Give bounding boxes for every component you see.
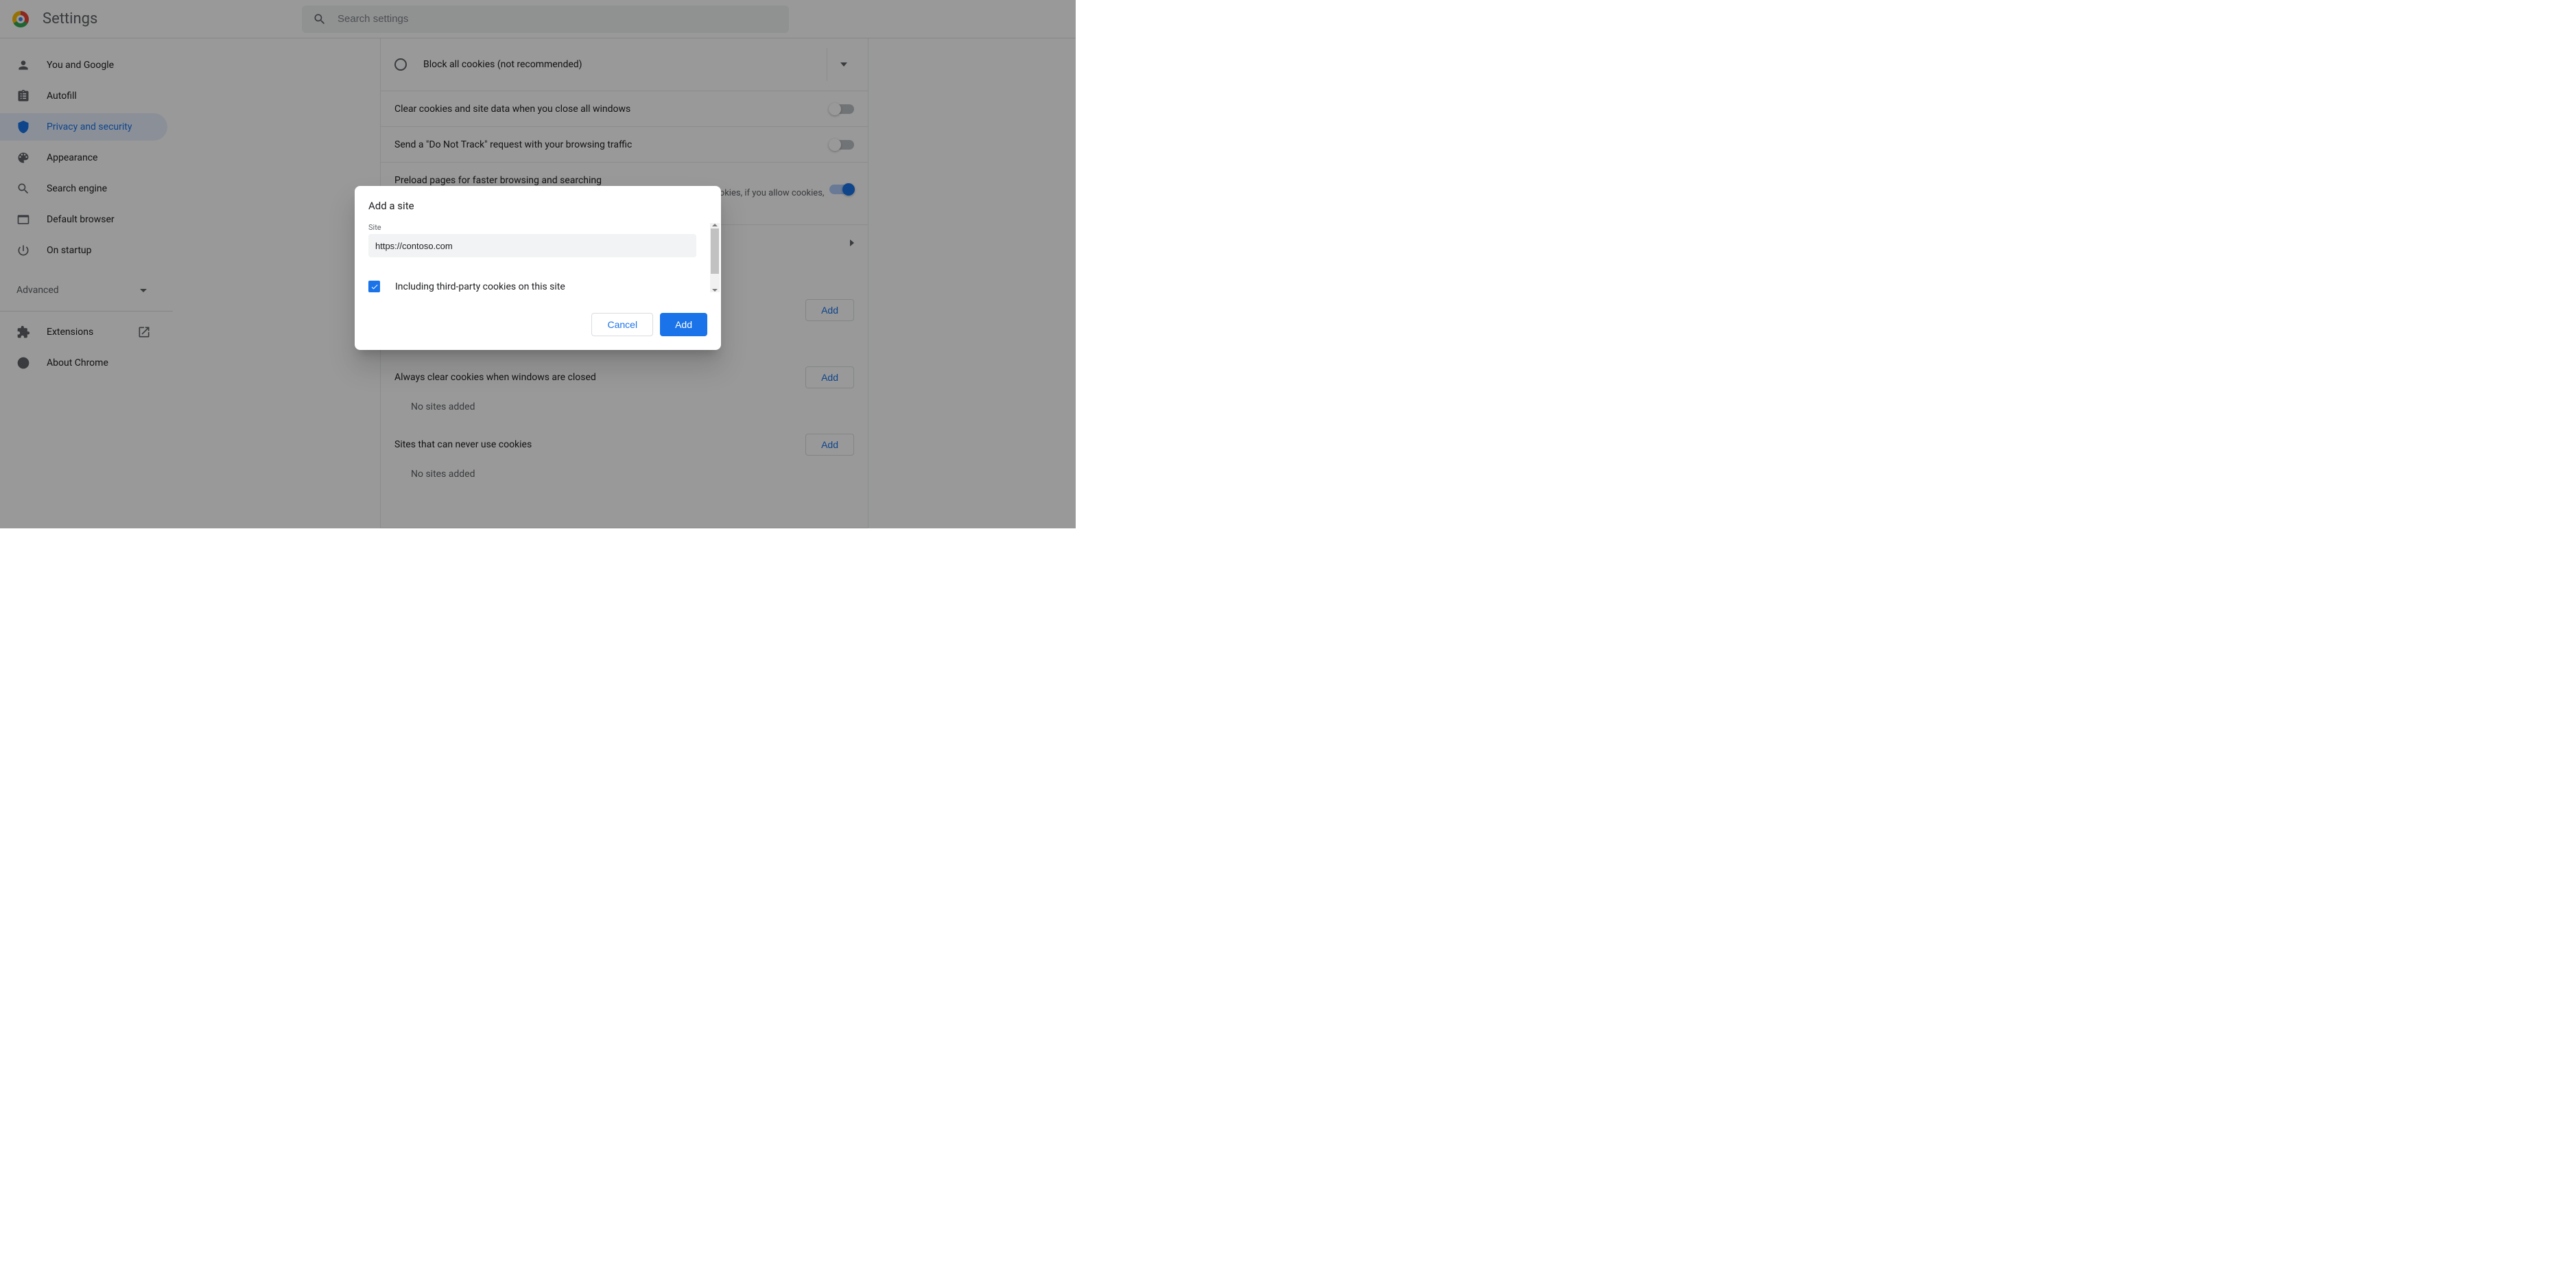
add-button[interactable]: Add bbox=[660, 313, 707, 336]
checkbox-label: Including third-party cookies on this si… bbox=[395, 281, 565, 292]
scrollbar-thumb[interactable] bbox=[711, 228, 719, 274]
modal-scrim[interactable]: Add a site Site Including third-party co… bbox=[0, 0, 1076, 528]
third-party-checkbox-row[interactable]: Including third-party cookies on this si… bbox=[368, 281, 696, 292]
dialog-actions: Cancel Add bbox=[368, 313, 707, 336]
dialog-scrollbar[interactable] bbox=[710, 223, 720, 292]
scroll-down-icon[interactable] bbox=[710, 287, 720, 294]
dialog-scroll-area: Site Including third-party cookies on th… bbox=[368, 223, 707, 292]
cancel-button[interactable]: Cancel bbox=[591, 313, 653, 336]
checkbox-checked-icon[interactable] bbox=[368, 281, 380, 292]
scroll-up-icon[interactable] bbox=[710, 222, 720, 228]
settings-app: Settings You and Google Autofill Privacy… bbox=[0, 0, 1076, 528]
dialog-title: Add a site bbox=[368, 200, 707, 212]
site-field-label: Site bbox=[368, 223, 696, 232]
site-url-input[interactable] bbox=[368, 234, 696, 257]
add-site-dialog: Add a site Site Including third-party co… bbox=[355, 186, 721, 350]
